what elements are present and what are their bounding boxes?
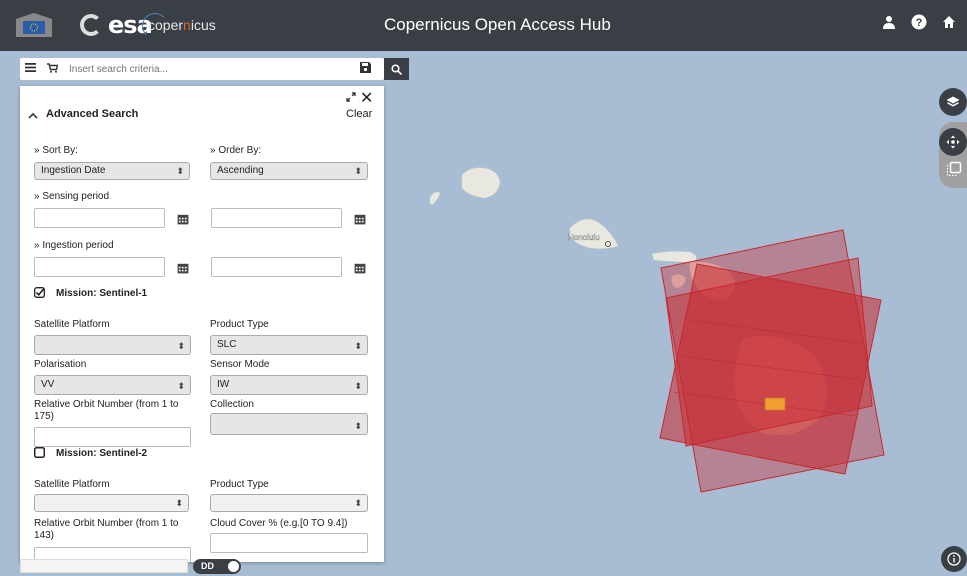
- s2-relative-orbit-label-range: 143): [34, 530, 55, 541]
- toggle-knob: [228, 561, 239, 572]
- header-actions: ?: [881, 14, 957, 30]
- sensing-end-field[interactable]: [211, 208, 342, 228]
- island-niihau: [429, 192, 440, 205]
- page-title: Copernicus Open Access Hub: [384, 15, 611, 34]
- s2-cloud-cover-field[interactable]: [210, 533, 368, 553]
- copernicus-logo: copernicus: [142, 13, 216, 39]
- clear-button[interactable]: Clear: [346, 108, 372, 120]
- coordinate-readout: [20, 559, 188, 573]
- place-label: Honolulu: [568, 233, 600, 242]
- ingestion-end-field[interactable]: [211, 257, 342, 277]
- s1-satellite-platform-select[interactable]: ⬍: [34, 335, 191, 355]
- layers-icon: [946, 96, 960, 107]
- layers-button[interactable]: [939, 88, 967, 116]
- save-icon[interactable]: [360, 62, 378, 76]
- s1-relative-orbit-label: Relative Orbit Number (from 1 to: [34, 399, 179, 410]
- sort-by-label: » Sort By:: [34, 145, 78, 156]
- s1-sensor-mode-select[interactable]: IW ⬍: [210, 375, 368, 395]
- search-icon: [391, 63, 402, 75]
- s1-satellite-platform-label: Satellite Platform: [34, 319, 110, 330]
- close-icon[interactable]: ✕: [360, 88, 373, 108]
- s2-satellite-platform-label: Satellite Platform: [34, 479, 110, 490]
- s1-relative-orbit-label-range: 175): [34, 411, 55, 422]
- order-by-label: » Order By:: [210, 145, 262, 156]
- calendar-icon[interactable]: [177, 213, 189, 225]
- s1-product-type-label: Product Type: [210, 319, 269, 330]
- info-icon: [947, 552, 961, 566]
- sort-by-select[interactable]: Ingestion Date ⬍: [34, 162, 190, 180]
- sentinel1-mission-label: Mission: Sentinel-1: [56, 288, 148, 299]
- search-bar: [20, 58, 384, 80]
- sentinel2-checkbox[interactable]: [34, 447, 45, 458]
- user-icon[interactable]: [881, 14, 897, 30]
- info-button[interactable]: [941, 546, 967, 572]
- s1-collection-label: Collection: [210, 399, 254, 410]
- esa-logo: esa: [80, 11, 153, 39]
- s1-relative-orbit-field[interactable]: [34, 427, 191, 447]
- area-select-button[interactable]: [946, 160, 964, 178]
- sentinel2-mission-label: Mission: Sentinel-2: [56, 448, 148, 459]
- help-icon[interactable]: ?: [911, 14, 927, 30]
- cart-icon[interactable]: [47, 62, 63, 76]
- advanced-search-panel: Advanced Search ✕ Clear » Sort By: » Ord…: [20, 86, 384, 562]
- home-icon[interactable]: [941, 14, 957, 30]
- calendar-icon[interactable]: [354, 262, 366, 274]
- s2-product-type-select[interactable]: ⬍: [210, 494, 368, 512]
- sensing-start-field[interactable]: [34, 208, 165, 228]
- eu-logo: [16, 13, 52, 37]
- island-kauai: [461, 167, 501, 199]
- sensing-period-label: » Sensing period: [34, 191, 110, 202]
- search-button[interactable]: [384, 58, 409, 80]
- sentinel1-checkbox[interactable]: [34, 287, 45, 298]
- s1-collection-select[interactable]: ⬍: [210, 413, 368, 435]
- calendar-icon[interactable]: [354, 213, 366, 225]
- search-input[interactable]: [69, 63, 360, 75]
- product-footprints[interactable]: [659, 229, 885, 493]
- menu-icon[interactable]: [25, 63, 43, 75]
- order-by-select[interactable]: Ascending ⬍: [210, 162, 368, 180]
- pan-button[interactable]: [939, 128, 967, 156]
- ingestion-start-field[interactable]: [34, 257, 165, 277]
- s2-relative-orbit-label: Relative Orbit Number (from 1 to: [34, 518, 179, 529]
- s2-cloud-cover-label: Cloud Cover % (e.g.[0 TO 9.4]): [210, 518, 348, 529]
- coord-format-toggle[interactable]: DD: [193, 559, 241, 574]
- island-molokai: [652, 251, 697, 262]
- footprint-3[interactable]: [659, 263, 882, 475]
- s1-polarisation-label: Polarisation: [34, 359, 87, 370]
- calendar-icon[interactable]: [177, 262, 189, 274]
- esa-ring-icon: [80, 14, 102, 36]
- move-icon: [946, 135, 960, 149]
- s1-polarisation-select[interactable]: VV ⬍: [34, 375, 191, 395]
- selection-marker[interactable]: [764, 397, 786, 411]
- chevron-up-icon[interactable]: [28, 110, 38, 122]
- panel-title: Advanced Search: [46, 108, 139, 120]
- panel-header: Advanced Search ✕ Clear: [20, 86, 384, 126]
- s1-product-type-select[interactable]: SLC ⬍: [210, 335, 368, 355]
- top-bar: esa copernicus Copernicus Open Access Hu…: [0, 0, 967, 51]
- s1-sensor-mode-label: Sensor Mode: [210, 359, 270, 370]
- area-select-icon: [946, 161, 962, 177]
- expand-icon[interactable]: [346, 92, 356, 105]
- s2-satellite-platform-select[interactable]: ⬍: [34, 494, 189, 512]
- s2-product-type-label: Product Type: [210, 479, 269, 490]
- svg-text:?: ?: [916, 17, 923, 29]
- ingestion-period-label: » Ingestion period: [34, 240, 114, 251]
